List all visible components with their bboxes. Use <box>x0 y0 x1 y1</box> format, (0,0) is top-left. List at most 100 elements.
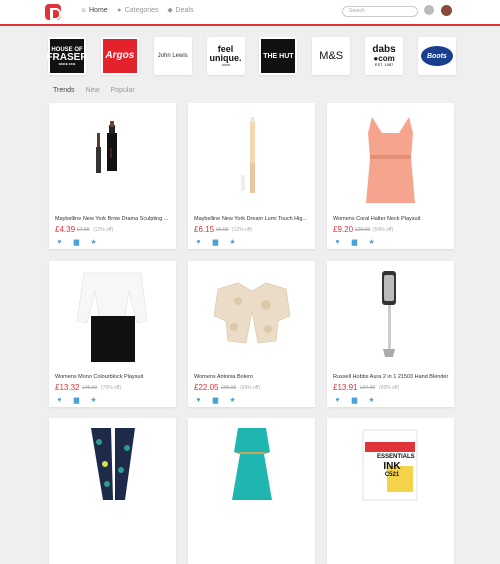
nav-deals[interactable]: ◆ Deals <box>167 7 194 14</box>
product-badge: ESSENTIALS INK C521 <box>377 454 415 478</box>
product-title[interactable]: Womens Mono Colourblock Playsuit <box>55 374 171 380</box>
heart-icon[interactable]: ♥ <box>56 239 63 246</box>
product-title[interactable]: Maybelline New York Brow Drama Sculpting… <box>55 216 171 222</box>
star-icon[interactable]: ★ <box>368 239 375 246</box>
product-price: £6.15 <box>194 225 215 234</box>
discount-label: (12% off) <box>232 227 253 233</box>
badge-line: ESSENTIALS <box>377 454 415 460</box>
original-price: £20.00 <box>355 227 371 233</box>
star-icon[interactable]: ★ <box>90 239 97 246</box>
nav-deals-label: Deals <box>175 7 194 14</box>
svg-text:BROW: BROW <box>109 148 113 158</box>
ms-logo: M&S <box>319 49 344 62</box>
dabs-logo: dabs ●com EST. 1987 <box>372 45 395 67</box>
product-image <box>366 117 415 203</box>
heart-icon[interactable]: ♥ <box>56 397 63 404</box>
product-image <box>76 272 148 362</box>
store-boots[interactable]: Boots <box>417 37 456 75</box>
comment-icon[interactable]: ▆ <box>73 239 80 246</box>
tab-trends[interactable]: Trends <box>53 87 75 94</box>
badge-line: C521 <box>384 471 400 478</box>
product-title[interactable]: Russell Hobbs Aura 2 in 1 21503 Hand Ble… <box>333 374 449 380</box>
original-price: £6.99 <box>216 227 229 233</box>
product-actions: ♥ ▆ ★ <box>195 239 236 246</box>
nav-categories[interactable]: ● Categories <box>116 7 159 14</box>
product-card[interactable]: Maybelline New York Dream Lumi Touch Hig… <box>188 103 315 249</box>
search-input[interactable]: Search <box>342 6 418 17</box>
comment-icon[interactable]: ▆ <box>212 397 219 404</box>
boots-logo: Boots <box>420 46 453 66</box>
store-strip: HOUSE OF FRASER SINCE 1849 Argos John Le… <box>46 37 456 75</box>
original-price: £65.00 <box>221 385 237 391</box>
heart-icon[interactable]: ♥ <box>195 397 202 404</box>
tab-new[interactable]: New <box>86 87 100 94</box>
product-actions: ♥ ▆ ★ <box>334 397 375 404</box>
star-icon[interactable]: ★ <box>229 397 236 404</box>
product-image <box>91 428 135 500</box>
nav-categories-label: Categories <box>124 7 159 14</box>
tag-icon: ● <box>117 7 122 14</box>
product-image <box>232 428 272 500</box>
product-actions: ♥ ▆ ★ <box>56 397 97 404</box>
product-card[interactable] <box>188 418 315 564</box>
product-card[interactable] <box>49 418 176 564</box>
avatar[interactable] <box>441 5 452 16</box>
nav-home-label: Home <box>89 7 108 14</box>
heart-icon[interactable]: ♥ <box>334 397 341 404</box>
tab-popular[interactable]: Popular <box>111 87 135 94</box>
product-card[interactable]: Womens Antonia Bolero £22.05 £65.00 (66%… <box>188 261 315 407</box>
store-logo-text: .com <box>221 62 230 67</box>
star-icon[interactable]: ★ <box>229 239 236 246</box>
product-title[interactable]: Womens Antonia Bolero <box>194 374 310 380</box>
product-price: £13.91 <box>333 383 358 392</box>
notifications-icon[interactable] <box>424 5 434 15</box>
store-argos[interactable]: Argos <box>100 37 139 75</box>
home-icon: ⌂ <box>81 7 86 14</box>
comment-icon[interactable]: ▆ <box>351 397 358 404</box>
store-logo-text: FRASER <box>46 51 88 63</box>
argos-logo: Argos <box>102 39 137 73</box>
original-price: £34.99 <box>360 385 376 391</box>
comment-icon[interactable]: ▆ <box>351 239 358 246</box>
product-image <box>213 282 291 344</box>
original-price: £45.00 <box>82 385 98 391</box>
discount-label: (60% off) <box>379 385 400 391</box>
store-the-hut[interactable]: THE HUT <box>259 37 298 75</box>
product-title[interactable]: Maybelline New York Dream Lumi Touch Hig… <box>194 216 310 222</box>
original-price: £7.99 <box>77 227 90 233</box>
store-marks-and-spencer[interactable]: M&S <box>312 37 351 75</box>
star-icon[interactable]: ★ <box>90 397 97 404</box>
nav-home[interactable]: ⌂ Home <box>80 7 108 14</box>
discount-label: (66% off) <box>240 385 261 391</box>
store-house-of-fraser[interactable]: HOUSE OF FRASER SINCE 1849 <box>46 37 88 75</box>
heart-icon[interactable]: ♥ <box>334 239 341 246</box>
store-logo-text: SINCE 1849 <box>58 61 76 66</box>
main-nav: ⌂ Home ● Categories ◆ Deals <box>80 7 193 14</box>
store-feel-unique[interactable]: feel unique. .com <box>206 37 245 75</box>
comment-icon[interactable]: ▆ <box>212 239 219 246</box>
product-card[interactable]: Womens Coral Halter Neck Playsuit £9.20 … <box>327 103 454 249</box>
top-bar: ⌂ Home ● Categories ◆ Deals Search <box>0 0 500 26</box>
store-john-lewis[interactable]: John Lewis <box>153 37 192 75</box>
logo[interactable] <box>45 4 61 20</box>
feed-tabs: Trends New Popular <box>53 87 135 94</box>
feel-unique-logo: feel unique. .com <box>210 45 242 67</box>
product-image <box>241 117 255 193</box>
house-of-fraser-logo: HOUSE OF FRASER SINCE 1849 <box>46 39 88 73</box>
store-dabs[interactable]: dabs ●com EST. 1987 <box>365 37 404 75</box>
product-card[interactable]: BROW Maybelline New York Brow Drama Scul… <box>49 103 176 249</box>
product-card[interactable]: Russell Hobbs Aura 2 in 1 21503 Hand Ble… <box>327 261 454 407</box>
john-lewis-logo: John Lewis <box>157 53 188 59</box>
comment-icon[interactable]: ▆ <box>73 397 80 404</box>
product-card[interactable]: ESSENTIALS INK C521 <box>327 418 454 564</box>
the-hut-logo: THE HUT <box>261 39 296 73</box>
product-image <box>382 271 396 357</box>
product-title[interactable]: Womens Coral Halter Neck Playsuit <box>333 216 449 222</box>
product-price: £22.05 <box>194 383 219 392</box>
product-card[interactable]: Womens Mono Colourblock Playsuit £13.32 … <box>49 261 176 407</box>
product-image: BROW <box>96 121 117 173</box>
star-icon[interactable]: ★ <box>368 397 375 404</box>
heart-icon[interactable]: ♥ <box>195 239 202 246</box>
tag-icon: ◆ <box>167 7 173 14</box>
product-price: £4.39 <box>55 225 76 234</box>
